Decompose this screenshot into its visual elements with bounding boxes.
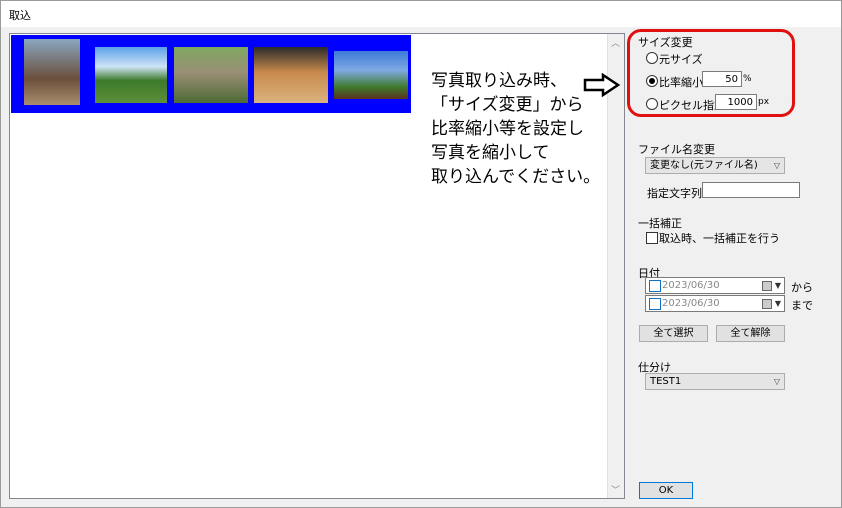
photo-thumbnail[interactable] — [174, 47, 248, 103]
ratio-reduce-label: 比率縮小 — [659, 76, 703, 89]
calendar-icon — [762, 299, 772, 309]
ratio-input[interactable]: 50 — [702, 71, 742, 87]
filename-change-header: ファイル名変更 — [638, 143, 715, 156]
date-to-checkbox[interactable] — [649, 298, 661, 310]
filename-mode-select[interactable]: 変更なし(元ファイル名) ▽ — [645, 157, 785, 174]
scroll-up-icon[interactable]: ︿ — [611, 36, 620, 49]
radio-ratio-reduce[interactable] — [646, 75, 658, 87]
scroll-down-icon[interactable]: ﹀ — [611, 483, 620, 496]
pixel-input[interactable]: 1000 — [715, 94, 757, 110]
sort-select[interactable]: TEST1 ▽ — [645, 373, 785, 390]
photo-thumbnail[interactable] — [24, 39, 80, 105]
date-to-picker[interactable]: 2023/06/30 ▼ — [645, 295, 785, 312]
radio-pixel-size[interactable] — [646, 98, 658, 110]
calendar-icon — [762, 281, 772, 291]
instruction-text: 写真取り込み時、 「サイズ変更」から 比率縮小等を設定し 写真を縮小して取り込んでくだ… — [431, 69, 600, 189]
chevron-down-icon: ▽ — [773, 377, 780, 386]
import-dialog: 取込 ︿ ﹀ 写真取り込み時、 「サイズ変更」から 比率縮小等を設定し 写真を縮小して… — [0, 0, 842, 508]
dropdown-arrow-icon[interactable]: ▼ — [775, 278, 781, 293]
date-from-suffix: から — [791, 281, 813, 294]
date-to-suffix: まで — [791, 299, 813, 312]
batch-correction-header: 一括補正 — [638, 217, 682, 230]
specified-string-label: 指定文字列 — [647, 187, 702, 200]
date-from-picker[interactable]: 2023/06/30 ▼ — [645, 277, 785, 294]
vertical-scrollbar[interactable]: ︿ ﹀ — [607, 34, 624, 498]
instruction-line: 写真を縮小して — [431, 143, 550, 163]
date-from-value: 2023/06/30 — [662, 280, 720, 291]
instruction-line: 取り込んでください。 — [431, 167, 601, 187]
arrow-right-icon — [583, 73, 621, 97]
filename-mode-value: 変更なし(元ファイル名) — [650, 160, 758, 171]
original-size-label: 元サイズ — [659, 53, 703, 66]
chevron-down-icon: ▽ — [773, 161, 780, 170]
photo-thumbnail[interactable] — [95, 47, 167, 103]
deselect-all-button[interactable]: 全て解除 — [716, 325, 785, 342]
specified-string-input[interactable] — [702, 182, 800, 198]
window-title: 取込 — [9, 9, 31, 22]
photo-thumbnail[interactable] — [254, 47, 328, 103]
title-bar: 取込 — [1, 1, 841, 27]
date-from-checkbox[interactable] — [649, 280, 661, 292]
radio-original-size[interactable] — [646, 52, 658, 64]
sort-select-value: TEST1 — [650, 376, 682, 387]
dropdown-arrow-icon[interactable]: ▼ — [775, 296, 781, 311]
instruction-line: 「サイズ変更」から — [431, 95, 584, 115]
thumbnail-strip — [11, 35, 411, 113]
select-all-button[interactable]: 全て選択 — [639, 325, 708, 342]
ok-button[interactable]: OK — [639, 482, 693, 499]
instruction-line: 写真取り込み時、 — [431, 71, 567, 91]
instruction-line: 比率縮小等を設定し — [431, 119, 584, 139]
pixel-unit-label: px — [758, 97, 770, 107]
ratio-unit-label: % — [743, 74, 752, 84]
date-to-value: 2023/06/30 — [662, 298, 720, 309]
batch-correction-checkbox[interactable] — [646, 232, 658, 244]
size-change-header: サイズ変更 — [638, 36, 693, 49]
photo-thumbnail[interactable] — [334, 51, 408, 99]
batch-correction-label: 取込時、一括補正を行う — [659, 232, 780, 245]
